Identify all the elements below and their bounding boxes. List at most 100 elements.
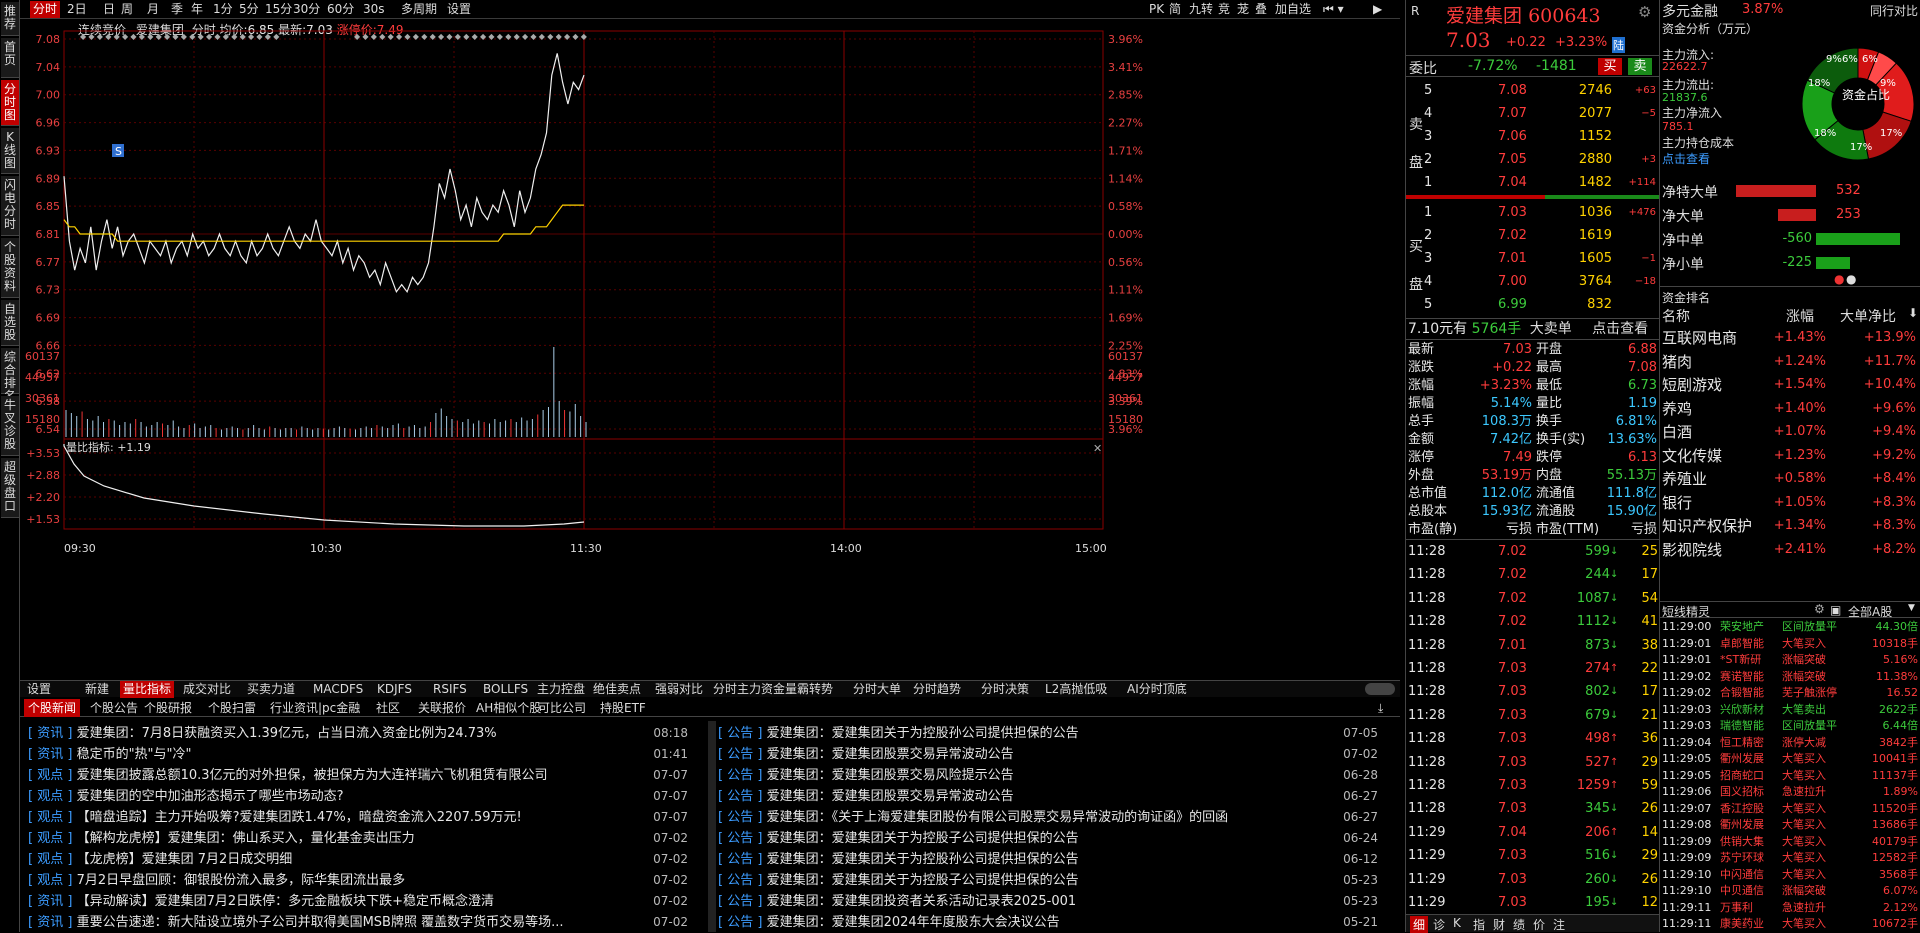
- indicator-tab-2[interactable]: 量比指标: [120, 681, 175, 698]
- sprite-row[interactable]: 11:29:00 荣安地产 区间放量平 44.30倍: [1660, 619, 1920, 635]
- news-title[interactable]: 爱建集团：7月8日获融资买入1.39亿元，占当日流入资金比例为24.73%: [77, 726, 497, 741]
- news-tab-9[interactable]: 持股ETF: [596, 699, 650, 717]
- indicator-tab-5[interactable]: MACDFS: [310, 681, 366, 698]
- sprite-row[interactable]: 11:29:01 *ST新研 涨幅突破 5.16%: [1660, 652, 1920, 668]
- news-item[interactable]: [ 观点 ] 7月2日早盘回顾：御银股份流入最多，际华集团流出最多 07-02: [28, 870, 688, 891]
- chevron-down-icon[interactable]: ▼: [1908, 603, 1915, 613]
- sprite-row[interactable]: 11:29:05 衢州发展 大笔买入 10041手: [1660, 751, 1920, 767]
- toolbar-right-0[interactable]: PK: [1146, 1, 1167, 18]
- left-tab-5[interactable]: 个股资料: [1, 238, 19, 298]
- indicator-tab-16[interactable]: 分时决策: [978, 681, 1032, 698]
- news-title[interactable]: 重要公告速递：新大陆设立境外子公司并取得美国MSB牌照 覆盖数字货币交易等场..…: [77, 915, 564, 930]
- news-item[interactable]: [ 公告 ] 爱建集团：爱建集团关于为控股孙公司提供担保的公告 06-12: [718, 849, 1378, 870]
- sprite-row[interactable]: 11:29:11 万事利 急速拉升 2.12%: [1660, 900, 1920, 916]
- book-row[interactable]: 3 7.01 1605 −1: [1406, 249, 1659, 269]
- sprite-row[interactable]: 11:29:03 瑞德智能 区间放量平 6.44倍: [1660, 718, 1920, 734]
- buy-button[interactable]: 买: [1598, 58, 1622, 75]
- book-row[interactable]: 5 7.08 2746 +63: [1406, 81, 1659, 101]
- cost-link[interactable]: 点击查看: [1662, 150, 1710, 167]
- period-tab-12[interactable]: 30s: [360, 1, 388, 18]
- detail-tab-5[interactable]: 绩: [1510, 916, 1528, 933]
- indicator-tab-1[interactable]: 新建: [82, 681, 112, 698]
- left-tab-6[interactable]: 自选股: [1, 300, 19, 346]
- news-tab-8[interactable]: 可比公司: [534, 699, 590, 717]
- peer-compare-link[interactable]: 同行对比: [1870, 2, 1918, 19]
- detail-tab-2[interactable]: K: [1450, 916, 1464, 930]
- toolbar-right-4[interactable]: 茏: [1234, 1, 1252, 18]
- news-title[interactable]: 稳定币的"热"与"冷": [77, 747, 192, 762]
- indicator-tab-18[interactable]: AI分时顶底: [1124, 681, 1190, 698]
- news-title[interactable]: 爱建集团：爱建集团关于为控股孙公司提供担保的公告: [767, 852, 1079, 867]
- detail-tab-6[interactable]: 价: [1530, 916, 1548, 933]
- news-item[interactable]: [ 公告 ] 爱建集团：爱建集团股票交易风险提示公告 06-28: [718, 765, 1378, 786]
- period-tab-2[interactable]: 日: [100, 1, 118, 18]
- period-tab-10[interactable]: 30分: [290, 1, 323, 18]
- book-row[interactable]: 4 7.00 3764 −18: [1406, 272, 1659, 292]
- period-tab-6[interactable]: 年: [188, 1, 206, 18]
- news-tab-3[interactable]: 个股扫雷: [204, 699, 260, 717]
- news-title[interactable]: 爱建集团：《关于上海爱建集团股份有限公司股票交易异常波动的询证函》的回函: [767, 810, 1229, 825]
- news-title[interactable]: 爱建集团：爱建集团关于为控股孙公司提供担保的公告: [767, 726, 1079, 741]
- gear-icon[interactable]: ⚙: [1638, 3, 1651, 21]
- news-scrollbar[interactable]: [708, 721, 716, 932]
- news-item[interactable]: [ 观点 ] 【龙虎榜】爱建集团 7月2日成交明细 07-02: [28, 849, 688, 870]
- period-tab-3[interactable]: 周: [118, 1, 136, 18]
- period-tab-4[interactable]: 月: [144, 1, 162, 18]
- book-row[interactable]: 5 6.99 832: [1406, 295, 1659, 315]
- left-tab-8[interactable]: 牛叉诊股: [1, 396, 19, 456]
- news-item[interactable]: [ 公告 ] 爱建集团：爱建集团关于为控股孙公司提供担保的公告 07-05: [718, 723, 1378, 744]
- sprite-row[interactable]: 11:29:05 招商蛇口 大笔买入 11137手: [1660, 768, 1920, 784]
- rank-row[interactable]: 猪肉 +1.24% +11.7%: [1660, 352, 1920, 375]
- indicator-tab-8[interactable]: BOLLFS: [480, 681, 531, 698]
- news-item[interactable]: [ 公告 ] 爱建集团：爱建集团关于为控股子公司提供担保的公告 05-23: [718, 870, 1378, 891]
- sprite-row[interactable]: 11:29:07 香江控股 大笔买入 11520手: [1660, 801, 1920, 817]
- period-tab-5[interactable]: 季: [168, 1, 186, 18]
- rank-row[interactable]: 知识产权保护 +1.34% +8.3%: [1660, 516, 1920, 539]
- indicator-tab-15[interactable]: 分时趋势: [910, 681, 964, 698]
- indicator-tab-14[interactable]: 分时大单: [850, 681, 904, 698]
- news-title[interactable]: 【龙虎榜】爱建集团 7月2日成交明细: [77, 852, 293, 867]
- sprite-row[interactable]: 11:29:03 兴欣新材 大笔卖出 2622手: [1660, 702, 1920, 718]
- news-tab-6[interactable]: 关联报价: [414, 699, 470, 717]
- period-tab-13[interactable]: 多周期: [398, 1, 440, 18]
- left-tab-9[interactable]: 超级盘口: [1, 458, 19, 518]
- period-tab-0[interactable]: 分时: [30, 1, 61, 18]
- book-row[interactable]: 2 7.02 1619: [1406, 226, 1659, 246]
- page-dot-icon[interactable]: ●: [1846, 272, 1856, 286]
- news-title[interactable]: 【解构龙虎榜】爱建集团：佛山系买入，量化基金卖出压力: [77, 831, 415, 846]
- news-item[interactable]: [ 公告 ] 爱建集团：爱建集团股票交易异常波动公告 06-27: [718, 786, 1378, 807]
- period-tab-7[interactable]: 1分: [210, 1, 236, 18]
- news-tab-5[interactable]: 社区: [372, 699, 404, 717]
- news-item[interactable]: [ 资讯 ] 爱建集团：7月8日获融资买入1.39亿元，占当日流入资金比例为24…: [28, 723, 688, 744]
- toolbar-right-3[interactable]: 竞: [1215, 1, 1233, 18]
- play-icon[interactable]: ▶: [1370, 1, 1385, 18]
- download-icon[interactable]: ⤓: [1378, 701, 1383, 716]
- left-tab-4[interactable]: 闪电分时: [1, 176, 19, 236]
- toolbar-right-5[interactable]: 叠: [1252, 1, 1270, 18]
- news-item[interactable]: [ 公告 ] 爱建集团：爱建集团投资者关系活动记录表2025-001 05-23: [718, 891, 1378, 912]
- rank-row[interactable]: 白酒 +1.07% +9.4%: [1660, 422, 1920, 445]
- sprite-row[interactable]: 11:29:08 衢州发展 大笔买入 13686手: [1660, 817, 1920, 833]
- detail-tab-4[interactable]: 财: [1490, 916, 1508, 933]
- indicator-tab-7[interactable]: RSIFS: [430, 681, 470, 698]
- toolbar-right-2[interactable]: 九转: [1186, 1, 1216, 18]
- indicator-tab-3[interactable]: 成交对比: [180, 681, 234, 698]
- news-item[interactable]: [ 公告 ] 爱建集团：爱建集团2024年年度股东大会决议公告 05-21: [718, 912, 1378, 933]
- indicator-tab-4[interactable]: 买卖力道: [244, 681, 298, 698]
- news-item[interactable]: [ 观点 ] 【暗盘追踪】主力开始吸筹?爱建集团跌1.47%，暗盘资金流入220…: [28, 807, 688, 828]
- sprite-row[interactable]: 11:29:10 中闪通信 大笔买入 3568手: [1660, 867, 1920, 883]
- sprite-row[interactable]: 11:29:09 苏宁环球 大笔买入 12582手: [1660, 850, 1920, 866]
- detail-tab-1[interactable]: 诊: [1430, 916, 1448, 933]
- rank-row[interactable]: 文化传媒 +1.23% +9.2%: [1660, 446, 1920, 469]
- news-title[interactable]: 爱建集团：爱建集团关于为控股子公司提供担保的公告: [767, 831, 1079, 846]
- period-tab-11[interactable]: 60分: [324, 1, 357, 18]
- sprite-row[interactable]: 11:29:02 赛诺智能 涨幅突破 11.38%: [1660, 669, 1920, 685]
- news-tab-0[interactable]: 个股新闻: [24, 699, 81, 717]
- sort-down-icon[interactable]: ⬇: [1908, 306, 1918, 320]
- sprite-row[interactable]: 11:29:01 卓郎智能 大笔买入 10318手: [1660, 636, 1920, 652]
- news-title[interactable]: 爱建集团：爱建集团关于为控股子公司提供担保的公告: [767, 873, 1079, 888]
- rank-col-change[interactable]: 涨幅: [1786, 306, 1814, 326]
- toolbar-right-6[interactable]: 加自选: [1272, 1, 1314, 18]
- sprite-row[interactable]: 11:29:06 国义招标 急速拉升 1.89%: [1660, 784, 1920, 800]
- book-row[interactable]: 1 7.04 1482 +114: [1406, 173, 1659, 193]
